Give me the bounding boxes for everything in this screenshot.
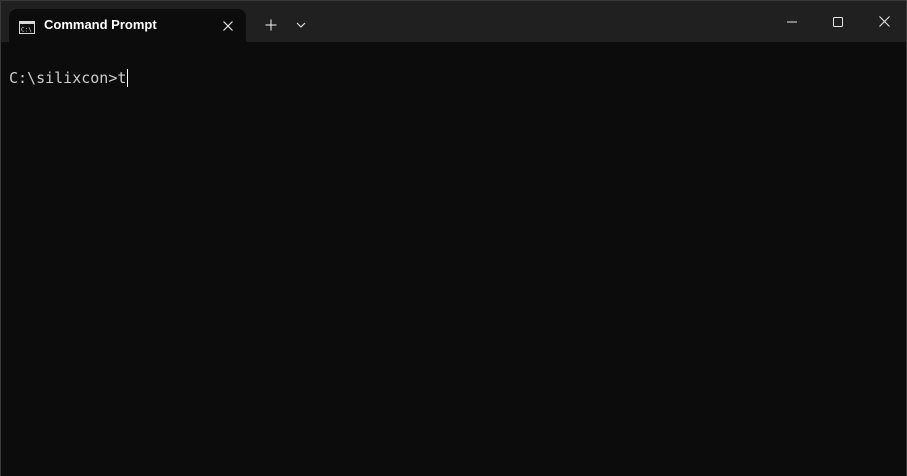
- close-icon: [878, 16, 890, 27]
- tab-title: Command Prompt: [44, 17, 157, 32]
- command-line[interactable]: C:\silixcon>t: [9, 68, 129, 88]
- tab-dropdown-button[interactable]: [289, 12, 313, 38]
- prompt-text: C:\silixcon>: [9, 69, 118, 87]
- command-input-text[interactable]: t: [117, 69, 126, 87]
- maximize-icon: [833, 16, 843, 27]
- minimize-icon: [787, 21, 797, 22]
- tab-close-button[interactable]: [217, 15, 239, 37]
- minimize-button[interactable]: [769, 1, 815, 42]
- tab-command-prompt[interactable]: C:\ Command Prompt: [9, 9, 246, 42]
- terminal-output-area[interactable]: C:\silixcon>t: [1, 42, 906, 476]
- svg-text:C:\: C:\: [21, 27, 32, 34]
- new-tab-button[interactable]: [258, 12, 284, 38]
- chevron-down-icon: [296, 22, 306, 28]
- cmd-app-icon: C:\: [19, 19, 35, 34]
- text-cursor: [127, 69, 129, 87]
- close-window-button[interactable]: [861, 1, 907, 42]
- maximize-button[interactable]: [815, 1, 861, 42]
- terminal-window: C:\ Command Prompt C:\silixcon>t: [0, 0, 907, 476]
- plus-icon: [265, 19, 277, 31]
- title-bar[interactable]: C:\ Command Prompt: [1, 1, 906, 42]
- close-icon: [223, 21, 233, 31]
